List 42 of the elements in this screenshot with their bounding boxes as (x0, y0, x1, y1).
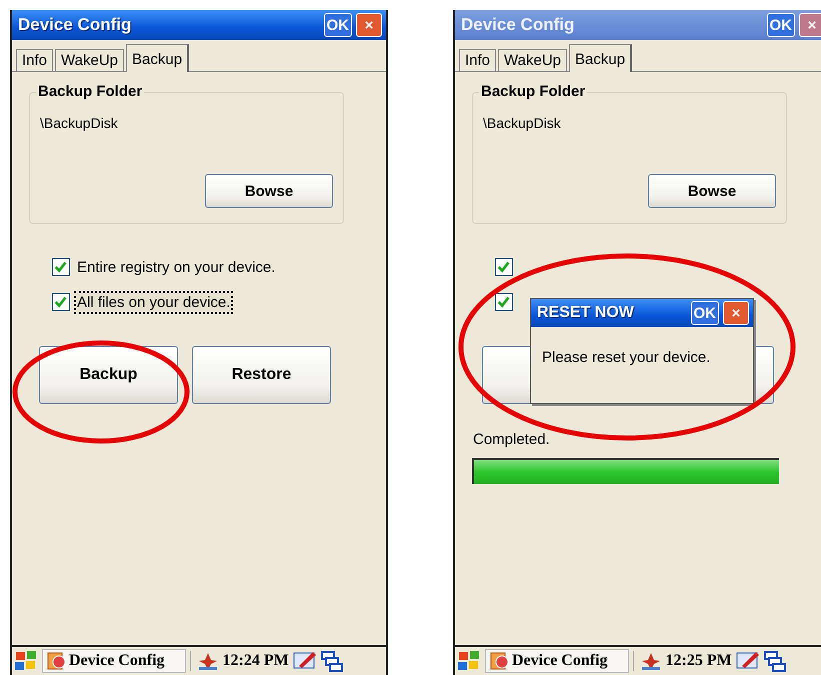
taskbar-app-button[interactable]: Device Config (42, 649, 186, 673)
dialog-message: Please reset your device. (542, 349, 712, 366)
app-icon (490, 652, 510, 670)
windows-icon[interactable] (764, 650, 786, 672)
taskbar-app-button[interactable]: Device Config (485, 649, 629, 673)
clock-time: 12:24 PM (222, 652, 289, 670)
browse-button[interactable]: Bowse (205, 174, 333, 208)
tab[interactable]: Backup (126, 44, 190, 72)
tab[interactable]: WakeUp (498, 49, 567, 71)
folder-path: \BackupDisk (40, 115, 119, 131)
tray-icon[interactable] (640, 651, 662, 671)
checkbox[interactable] (52, 258, 70, 276)
dialog-title: RESET NOW (537, 304, 635, 322)
tab[interactable]: Backup (569, 44, 632, 72)
tray-icon[interactable] (196, 651, 219, 671)
checkbox-label: Entire registry on your device. (76, 258, 276, 278)
checkbox[interactable] (495, 258, 513, 276)
ok-button[interactable]: OK (766, 13, 795, 37)
backup-button[interactable]: Backup (39, 346, 178, 404)
status-text: Completed. (473, 431, 551, 448)
ok-button[interactable]: OK (690, 301, 719, 325)
start-flag-icon[interactable] (457, 650, 481, 672)
close-button[interactable]: × (356, 13, 382, 37)
folder-path: \BackupDisk (483, 115, 562, 131)
ok-button[interactable]: OK (324, 13, 352, 37)
group-title: Backup Folder (36, 83, 144, 100)
close-button[interactable]: × (723, 301, 749, 325)
app-icon (47, 652, 67, 670)
group-title: Backup Folder (479, 83, 588, 100)
checkbox-label: All files on your device. (74, 290, 234, 314)
window-title: Device Config (18, 15, 132, 35)
checkbox[interactable] (495, 293, 513, 311)
clock-time: 12:25 PM (666, 652, 732, 670)
tab[interactable]: WakeUp (55, 49, 124, 71)
start-flag-icon[interactable] (14, 650, 38, 672)
restore-button[interactable]: Restore (192, 346, 331, 404)
browse-button[interactable]: Bowse (648, 174, 776, 208)
window-title: Device Config (461, 15, 576, 35)
checkbox[interactable] (52, 293, 70, 311)
tab[interactable]: Info (16, 49, 54, 71)
tab[interactable]: Info (459, 49, 496, 71)
windows-icon[interactable] (320, 650, 343, 672)
